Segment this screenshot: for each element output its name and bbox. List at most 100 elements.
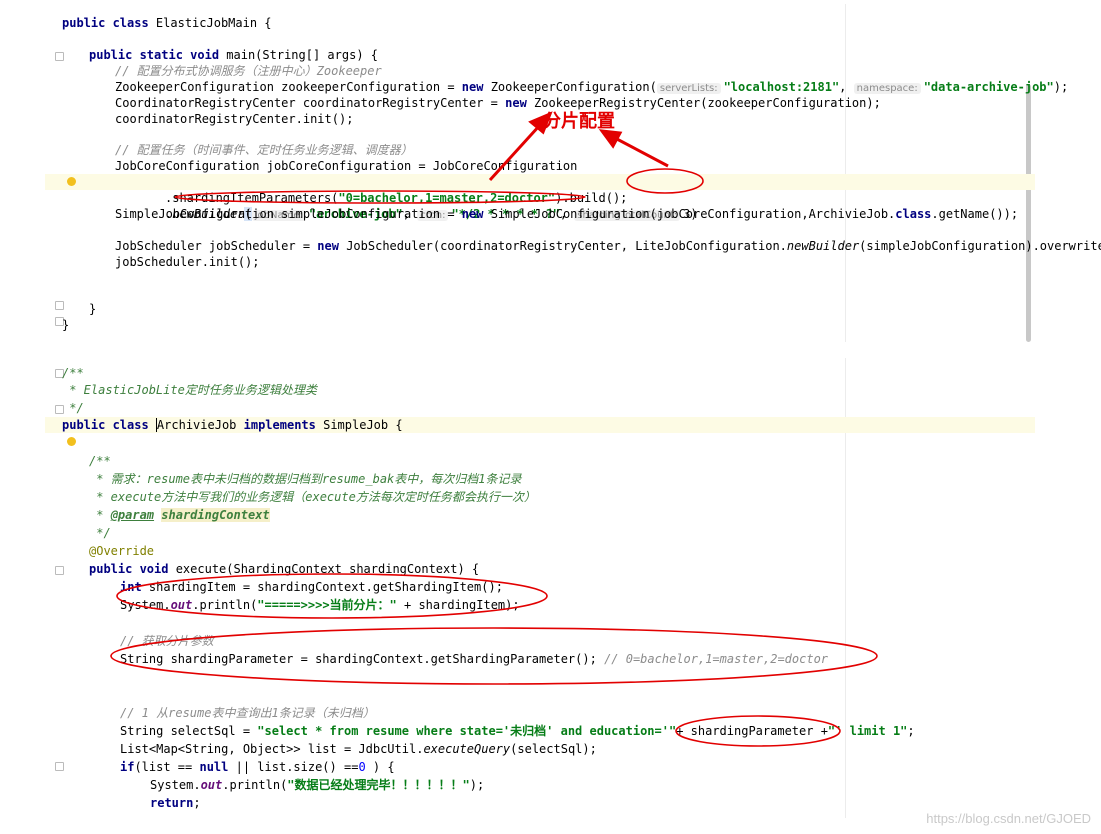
code-text: (selectSql);	[510, 742, 597, 756]
annotation-label: 分片配置	[543, 111, 615, 132]
code-text: shardingItem = shardingContext.getShardi…	[141, 580, 503, 594]
code-text: String shardingParameter = shardingConte…	[120, 652, 605, 666]
method-name: newBuilder	[786, 239, 860, 253]
code-line: return;	[45, 795, 1035, 811]
code-line: SimpleJobConfiguration simpleJobConfigur…	[45, 206, 1035, 222]
code-text: + shardingParameter +	[676, 724, 828, 738]
code-line: /**	[45, 365, 1035, 381]
code-text: ;	[907, 724, 915, 738]
keyword: class	[895, 207, 932, 221]
keyword: public void	[89, 562, 176, 576]
class-name: ElasticJobMain {	[155, 16, 272, 30]
code-line: * 需求：resume表中未归档的数据归档到resume_bak表中，每次归档1…	[45, 471, 1035, 487]
code-text: JobScheduler(coordinatorRegistryCenter, …	[338, 239, 787, 253]
code-text: ;	[193, 796, 201, 810]
code-line: System.out.println("=====>>>>当前分片：" + sh…	[45, 597, 1035, 613]
code-text: SimpleJobConfiguration(jobCoreConfigurat…	[483, 207, 896, 221]
code-text: JobScheduler jobScheduler =	[115, 239, 318, 253]
code-line: public class ElasticJobMain {	[45, 15, 1035, 31]
code-line: List<Map<String, Object>> list = JdbcUti…	[45, 741, 1035, 757]
keyword: new	[505, 96, 527, 110]
code-text: SimpleJob {	[323, 418, 403, 432]
code-text: System.	[120, 598, 171, 612]
string-literal: "0=bachelor,1=master,2=doctor"	[338, 191, 556, 205]
code-text: }	[62, 318, 70, 332]
code-text: .println(	[222, 778, 288, 792]
keyword: public class	[62, 16, 156, 30]
doc-comment: */	[89, 526, 111, 540]
code-text: ZookeeperConfiguration zookeeperConfigur…	[115, 80, 462, 94]
code-text: ,	[839, 80, 854, 94]
code-line: */	[45, 525, 1035, 541]
editor-panel-elasticjobmain[interactable]: public class ElasticJobMain { public sta…	[45, 4, 1101, 342]
keyword: new	[461, 207, 484, 221]
code-line: JobCoreConfiguration jobCoreConfiguratio…	[45, 158, 1035, 174]
doc-tag: @param	[110, 508, 155, 522]
keyword: int	[120, 580, 142, 594]
code-line: * ElasticJobLite定时任务业务逻辑处理类	[45, 382, 1035, 398]
doc-comment: * ElasticJobLite定时任务业务逻辑处理类	[62, 383, 317, 397]
keyword: new	[317, 239, 339, 253]
doc-comment: */	[62, 401, 84, 415]
code-text: .shardingItemParameters(	[165, 191, 339, 205]
code-line: System.out.println("数据已经处理完毕！！！！！！");	[45, 777, 1035, 793]
code-text: );	[1053, 80, 1069, 94]
code-line: // 获取分片参数	[45, 633, 1035, 649]
code-line: @Override	[45, 543, 1035, 559]
code-text: JobCoreConfiguration jobCoreConfiguratio…	[115, 159, 578, 173]
code-text: List<Map<String, Object>> list = JdbcUti…	[120, 742, 424, 756]
code-line: public static void main(String[] args) {	[45, 47, 1035, 63]
string-literal: '"	[661, 724, 677, 738]
code-text: execute(ShardingContext shardingContext)…	[175, 562, 480, 576]
keyword: if	[120, 760, 135, 774]
code-line: // 1 从resume表中查询出1条记录（未归档）	[45, 705, 1035, 721]
class-name: ArchivieJob	[155, 418, 237, 432]
code-text: .getName());	[931, 207, 1019, 221]
lightbulb-icon[interactable]	[67, 437, 76, 446]
string-literal: "=====>>>>当前分片："	[257, 598, 397, 612]
comment: // 配置任务（时间事件、定时任务业务逻辑、调度器）	[115, 143, 413, 157]
string-literal: "data-archive-job"	[923, 80, 1054, 94]
static-field: out	[170, 598, 193, 612]
lightbulb-icon[interactable]	[67, 177, 76, 186]
comment: Zookeeper	[316, 64, 382, 78]
code-text: || list.size() ==	[228, 760, 359, 774]
code-line: }	[45, 301, 1035, 317]
param-hint: namespace:	[853, 83, 921, 94]
code-line-current: public class ArchivieJob implements Simp…	[45, 417, 1035, 433]
static-field: out	[200, 778, 223, 792]
editor-panel-archiviejob[interactable]: /** * ElasticJobLite定时任务业务逻辑处理类 */ publi…	[45, 358, 1035, 818]
string-literal: "select * from resume where state='未归档' …	[257, 724, 662, 738]
param-hint: serverLists:	[656, 83, 721, 94]
doc-comment: *	[89, 508, 111, 522]
keyword: public static void	[89, 48, 227, 62]
code-line: * @param shardingContext	[45, 507, 1035, 523]
code-line: * execute方法中写我们的业务逻辑（execute方法每次定时任务都会执行…	[45, 489, 1035, 505]
keyword: return	[150, 796, 194, 810]
comment: // 配置分布式协调服务（注册中心）	[115, 64, 317, 78]
keyword: null	[199, 760, 229, 774]
code-text: ).build();	[555, 191, 628, 205]
code-line: CoordinatorRegistryCenter coordinatorReg…	[45, 95, 1035, 111]
method-name: executeQuery	[423, 742, 511, 756]
code-line: JobScheduler jobScheduler = new JobSched…	[45, 238, 1101, 254]
code-text: ZookeeperConfiguration(	[483, 80, 657, 94]
code-line: }	[45, 317, 1035, 333]
string-literal: "数据已经处理完毕！！！！！！"	[287, 778, 470, 792]
code-text: String selectSql =	[120, 724, 258, 738]
comment: // 1 从resume表中查询出1条记录（未归档）	[120, 706, 375, 720]
annotation: @Override	[89, 544, 155, 558]
code-text: + shardingItem);	[396, 598, 520, 612]
code-text: );	[469, 778, 485, 792]
code-text: CoordinatorRegistryCenter coordinatorReg…	[115, 96, 506, 110]
doc-comment: * 需求：resume表中未归档的数据归档到resume_bak表中，每次归档1…	[89, 472, 522, 486]
watermark: https://blog.csdn.net/GJOED	[926, 811, 1091, 826]
code-text: main(String[] args) {	[226, 48, 378, 62]
keyword: implements	[236, 418, 324, 432]
code-line: */	[45, 400, 1035, 416]
code-line: coordinatorRegistryCenter.init();	[45, 111, 1035, 127]
code-text: (simpleJobConfiguration).overwrite(	[859, 239, 1101, 253]
code-line-current: .newBuilder(jobName: "archive-job", cron:…	[45, 174, 1035, 221]
code-line: ZookeeperConfiguration zookeeperConfigur…	[45, 79, 1068, 95]
code-text: System.	[150, 778, 201, 792]
